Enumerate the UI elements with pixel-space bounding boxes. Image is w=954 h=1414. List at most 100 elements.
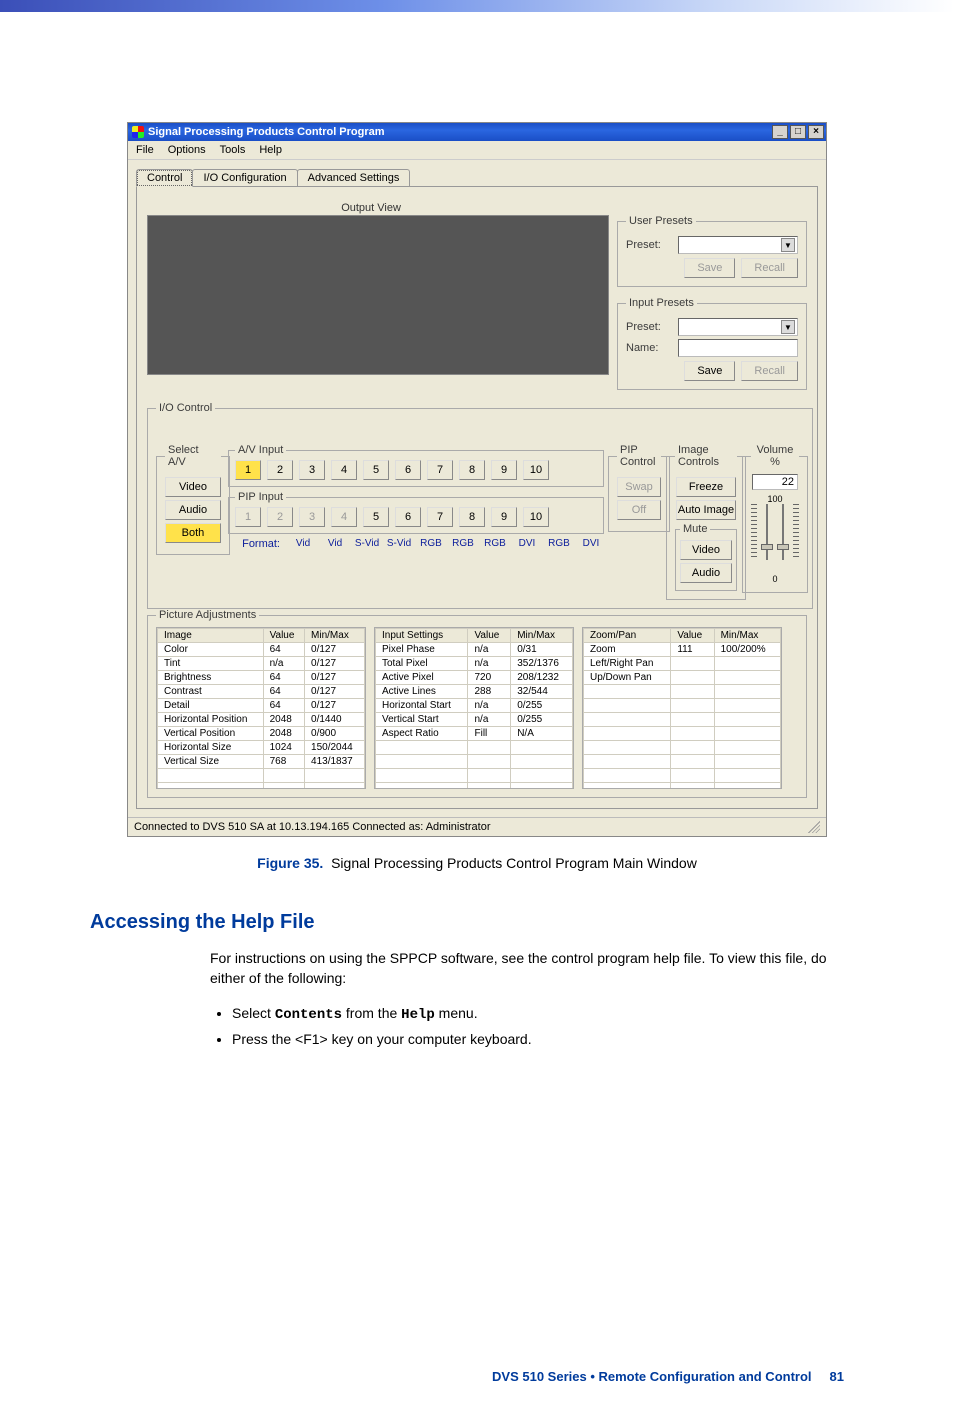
select-audio-button[interactable]: Audio [165, 500, 221, 520]
user-preset-save-button[interactable]: Save [684, 258, 735, 278]
pip-channel-8[interactable]: 8 [459, 507, 485, 527]
volume-slider-left[interactable] [761, 504, 773, 574]
table-header: Min/Max [305, 629, 365, 643]
pip-channel-4[interactable]: 4 [331, 507, 357, 527]
app-window: Signal Processing Products Control Progr… [127, 122, 827, 837]
menu-options[interactable]: Options [168, 144, 206, 156]
page-footer: DVS 510 Series • Remote Configuration an… [90, 1369, 864, 1384]
volume-slider-right[interactable] [777, 504, 789, 574]
table-header: Min/Max [714, 629, 780, 643]
volume-value: 22 [752, 474, 798, 490]
table-header: Value [263, 629, 304, 643]
av-channel-3[interactable]: 3 [299, 460, 325, 480]
input-preset-label: Preset: [626, 321, 672, 333]
pip-channel-10[interactable]: 10 [523, 507, 549, 527]
pip-off-button[interactable]: Off [617, 500, 661, 520]
volume-min-label: 0 [772, 574, 777, 584]
table-row[interactable]: Horizontal Size1024150/2044 [158, 741, 365, 755]
table-header: Min/Max [511, 629, 573, 643]
image-controls-legend: Image Controls [675, 444, 737, 468]
table-row[interactable]: Vertical Position20480/900 [158, 727, 365, 741]
minimize-button[interactable]: _ [772, 125, 788, 139]
user-presets-group: User Presets Preset: ▼ Save Recall [617, 215, 807, 287]
tab-control[interactable]: Control [136, 169, 193, 187]
freeze-button[interactable]: Freeze [676, 477, 736, 497]
table-row[interactable]: Total Pixeln/a352/1376 [376, 657, 573, 671]
user-preset-recall-button[interactable]: Recall [741, 258, 798, 278]
table-row[interactable]: Vertical Startn/a0/255 [376, 713, 573, 727]
av-channel-10[interactable]: 10 [523, 460, 549, 480]
av-channel-2[interactable]: 2 [267, 460, 293, 480]
av-channel-6[interactable]: 6 [395, 460, 421, 480]
table-row[interactable]: Brightness640/127 [158, 671, 365, 685]
table-row[interactable]: Left/Right Pan [584, 657, 781, 671]
format-label-7: RGB [482, 538, 508, 550]
table-row[interactable]: Horizontal Position20480/1440 [158, 713, 365, 727]
input-presets-group: Input Presets Preset: ▼ Name: Save [617, 297, 807, 390]
pip-control-group: PIP Control Swap Off [608, 444, 670, 532]
table-row[interactable]: Tintn/a0/127 [158, 657, 365, 671]
table-row[interactable]: Horizontal Startn/a0/255 [376, 699, 573, 713]
menu-tools[interactable]: Tools [220, 144, 246, 156]
format-label-5: RGB [418, 538, 444, 550]
titlebar: Signal Processing Products Control Progr… [128, 123, 826, 141]
table-row[interactable]: Vertical Size768413/1837 [158, 755, 365, 769]
format-label: Format: [228, 538, 284, 550]
format-label-1: Vid [290, 538, 316, 550]
pip-channel-7[interactable]: 7 [427, 507, 453, 527]
table-header: Value [671, 629, 714, 643]
select-video-button[interactable]: Video [165, 477, 221, 497]
input-preset-recall-button[interactable]: Recall [741, 361, 798, 381]
user-preset-combo[interactable]: ▼ [678, 236, 798, 254]
table-row[interactable]: Active Lines28832/544 [376, 685, 573, 699]
table-row[interactable]: Aspect RatioFillN/A [376, 727, 573, 741]
table-row[interactable]: Detail640/127 [158, 699, 365, 713]
tab-io-config[interactable]: I/O Configuration [192, 169, 297, 187]
table-header: Zoom/Pan [584, 629, 671, 643]
av-channel-4[interactable]: 4 [331, 460, 357, 480]
select-av-legend: Select A/V [165, 444, 221, 468]
menu-help[interactable]: Help [259, 144, 282, 156]
mute-audio-button[interactable]: Audio [680, 563, 732, 583]
table-row[interactable]: Pixel Phasen/a0/31 [376, 643, 573, 657]
av-channel-1[interactable]: 1 [235, 460, 261, 480]
av-channel-7[interactable]: 7 [427, 460, 453, 480]
section-heading: Accessing the Help File [90, 911, 864, 934]
pip-input-legend: PIP Input [235, 491, 286, 503]
format-label-10: DVI [578, 538, 604, 550]
mute-video-button[interactable]: Video [680, 540, 732, 560]
auto-image-button[interactable]: Auto Image [676, 500, 736, 520]
input-preset-combo[interactable]: ▼ [678, 318, 798, 336]
status-text: Connected to DVS 510 SA at 10.13.194.165… [134, 821, 491, 833]
resize-grip-icon[interactable] [808, 821, 820, 833]
input-preset-name-field[interactable] [678, 339, 798, 357]
table-row[interactable]: Zoom111100/200% [584, 643, 781, 657]
table-row[interactable]: Active Pixel720208/1232 [376, 671, 573, 685]
page-header-stripe [0, 0, 954, 12]
volume-max-label: 100 [767, 494, 782, 504]
tab-advanced[interactable]: Advanced Settings [297, 169, 411, 187]
pip-channel-1[interactable]: 1 [235, 507, 261, 527]
close-button[interactable]: × [808, 125, 824, 139]
table-row[interactable]: Contrast640/127 [158, 685, 365, 699]
av-channel-8[interactable]: 8 [459, 460, 485, 480]
table-row[interactable]: Up/Down Pan [584, 671, 781, 685]
pip-channel-6[interactable]: 6 [395, 507, 421, 527]
pip-channel-3[interactable]: 3 [299, 507, 325, 527]
pip-channel-9[interactable]: 9 [491, 507, 517, 527]
table-row[interactable]: Color640/127 [158, 643, 365, 657]
pa-table-0: ImageValueMin/MaxColor640/127Tintn/a0/12… [156, 627, 366, 789]
maximize-button[interactable]: □ [790, 125, 806, 139]
pip-channel-5[interactable]: 5 [363, 507, 389, 527]
av-channel-9[interactable]: 9 [491, 460, 517, 480]
menu-file[interactable]: File [136, 144, 154, 156]
select-both-button[interactable]: Both [165, 523, 221, 543]
doc-paragraph: For instructions on using the SPPCP soft… [210, 948, 834, 989]
input-preset-save-button[interactable]: Save [684, 361, 735, 381]
volume-ticks [751, 504, 757, 560]
pip-channel-2[interactable]: 2 [267, 507, 293, 527]
pip-control-legend: PIP Control [617, 444, 661, 468]
volume-legend: Volume % [751, 444, 799, 468]
av-channel-5[interactable]: 5 [363, 460, 389, 480]
pip-swap-button[interactable]: Swap [617, 477, 661, 497]
